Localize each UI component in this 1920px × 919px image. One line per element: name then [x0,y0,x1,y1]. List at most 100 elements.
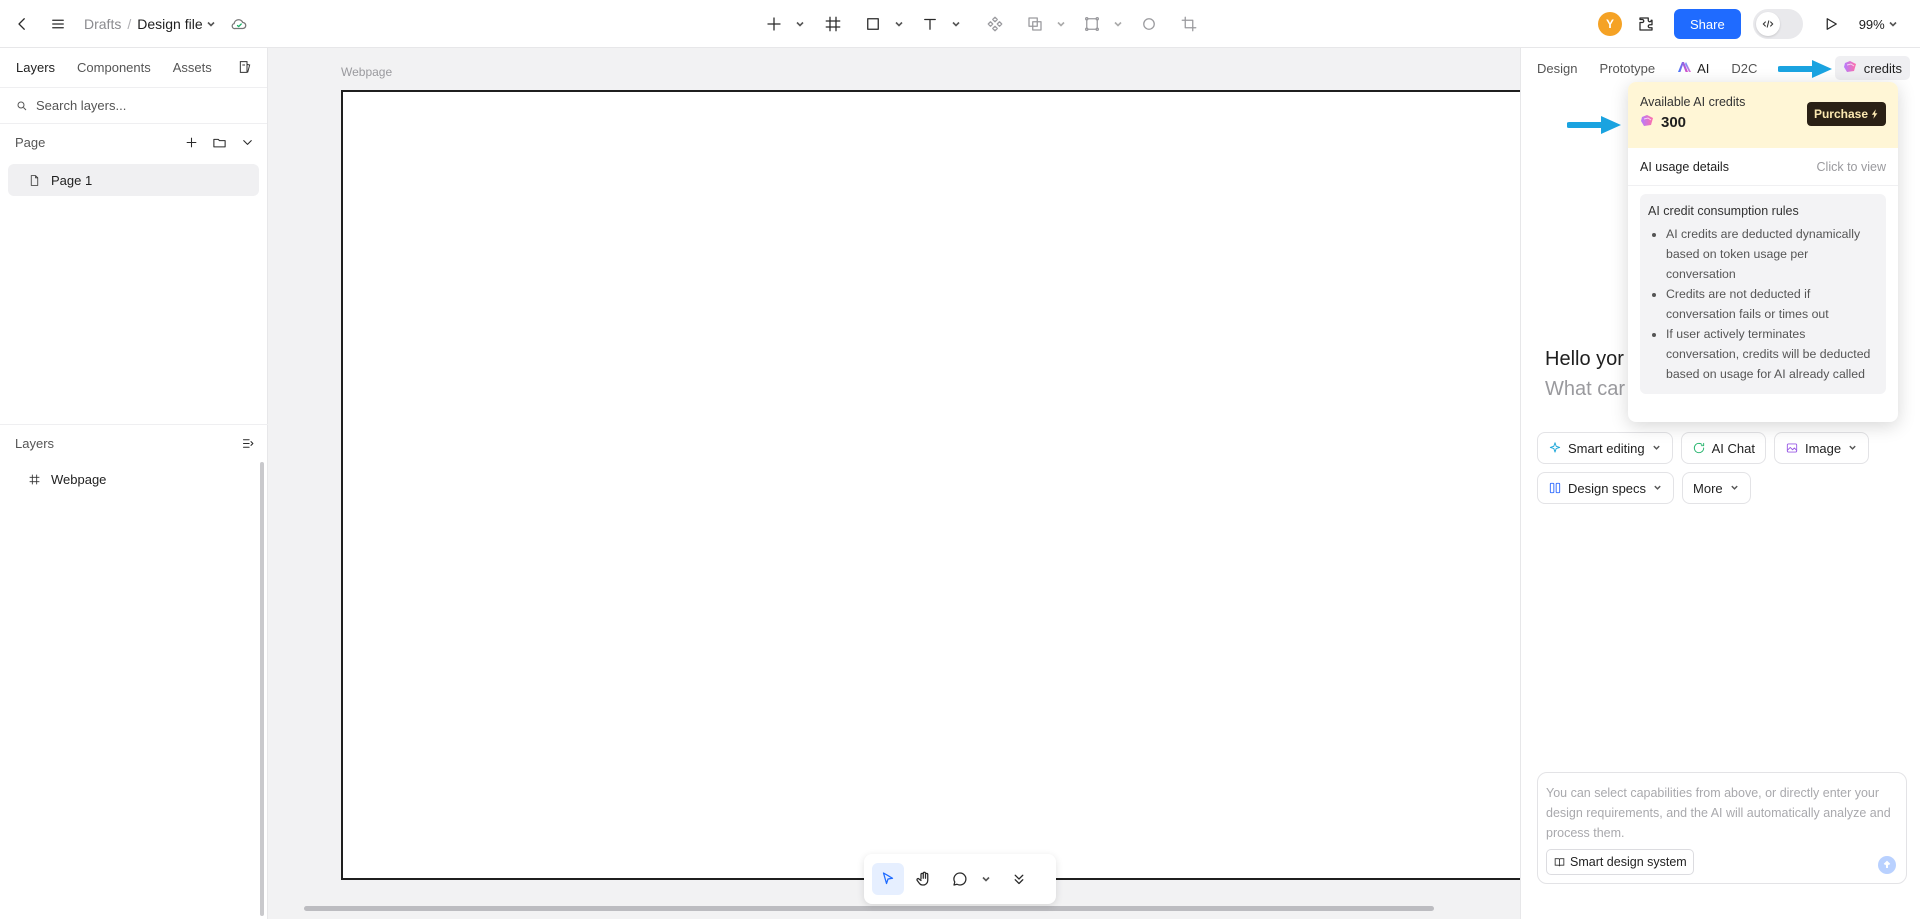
credits-label: credits [1863,60,1902,76]
hand-tool-icon[interactable] [908,863,940,895]
tab-layers[interactable]: Layers [16,60,55,75]
play-icon[interactable] [1817,10,1845,38]
chevron-down-icon [1653,483,1663,493]
mask-icon[interactable] [1078,10,1106,38]
add-icon[interactable] [760,10,788,38]
frame-tool-icon[interactable] [819,10,847,38]
design-specs-chip[interactable]: Design specs [1537,472,1675,504]
arrow-up-icon [1883,860,1891,868]
rule-item: AI credits are deducted dynamically base… [1666,224,1878,284]
page-item-label: Page 1 [51,172,93,188]
smart-design-system-button[interactable]: Smart design system [1546,849,1694,875]
smart-editing-chip[interactable]: Smart editing [1537,432,1673,464]
chevron-down-icon[interactable] [235,130,259,154]
page-section-title: Page [15,134,46,150]
chat-refresh-icon [1693,442,1704,454]
circle-icon[interactable] [1135,10,1163,38]
back-icon[interactable] [8,10,36,38]
chevron-down-icon[interactable] [951,19,961,29]
zoom-control[interactable]: 99% [1859,17,1898,32]
frame-icon [29,474,40,484]
ai-usage-details-row[interactable]: AI usage details Click to view [1628,148,1898,186]
tab-assets[interactable]: Assets [173,60,212,75]
chevron-down-icon [1652,443,1662,453]
send-button[interactable] [1878,856,1896,874]
add-page-icon[interactable] [179,130,203,154]
top-bar: Drafts / Design file Y Share 99% [0,0,1920,48]
cloud-saved-icon [228,10,250,38]
tab-design[interactable]: Design [1537,61,1577,76]
credits-button[interactable]: credits [1834,56,1910,80]
left-panel: Layers Components Assets Page Page 1 Lay… [0,48,268,919]
layers-section-title: Layers [15,435,55,451]
page-item[interactable]: Page 1 [8,164,259,196]
book-icon [1554,857,1565,866]
ai-chat-input[interactable]: You can select capabilities from above, … [1537,772,1907,884]
crop-icon[interactable] [1175,10,1203,38]
chevron-down-icon[interactable] [894,19,904,29]
tab-ai[interactable]: AI [1677,61,1709,76]
menu-icon[interactable] [44,10,72,38]
search-input[interactable] [36,98,236,113]
usage-label: AI usage details [1640,159,1729,174]
image-icon [1786,443,1798,453]
share-button[interactable]: Share [1674,9,1741,39]
plugin-icon[interactable] [1632,10,1660,38]
webpage-frame[interactable] [341,90,1520,880]
layers-section-header: Layers [0,425,268,461]
more-chip[interactable]: More [1682,472,1751,504]
ai-logo-icon [1677,61,1693,76]
chevron-down-icon[interactable] [981,874,991,884]
expand-more-icon[interactable] [1003,863,1035,895]
rules-list: AI credits are deducted dynamically base… [1648,224,1878,384]
gem-icon [1843,60,1858,76]
library-icon[interactable] [237,59,253,78]
columns-icon [1549,482,1561,494]
layers-section: Layers Webpage [0,424,268,497]
tab-prototype[interactable]: Prototype [1599,61,1655,76]
chevron-down-icon[interactable] [206,19,216,29]
image-chip[interactable]: Image [1773,432,1870,464]
page-icon [30,174,39,186]
layer-item[interactable]: Webpage [0,461,268,497]
layer-item-label: Webpage [51,471,107,487]
usage-action[interactable]: Click to view [1817,160,1886,174]
horizontal-scrollbar[interactable] [304,906,1434,911]
chevron-down-icon [1730,483,1740,493]
breadcrumb-separator: / [127,16,132,32]
gem-icon [1640,114,1655,131]
tab-components[interactable]: Components [77,60,151,75]
chip-label: Design specs [1568,480,1647,496]
dev-mode-toggle[interactable] [1752,9,1803,39]
collapse-layers-icon[interactable] [236,431,260,455]
avatar[interactable]: Y [1598,12,1622,36]
chip-label: More [1693,480,1723,496]
rule-item: If user actively terminates conversation… [1666,324,1878,384]
ai-chat-chip[interactable]: AI Chat [1680,432,1766,464]
chat-placeholder[interactable]: You can select capabilities from above, … [1546,783,1896,843]
annotation-arrow-credits [1778,58,1834,80]
chevron-down-icon[interactable] [795,19,805,29]
chevron-down-icon[interactable] [1056,19,1066,29]
breadcrumb-drafts[interactable]: Drafts [84,16,121,32]
code-icon [1755,12,1780,36]
tab-d2c[interactable]: D2C [1731,61,1757,76]
rules-title: AI credit consumption rules [1648,204,1799,218]
page-section-header: Page [0,124,267,160]
purchase-label: Purchase [1813,107,1868,121]
boolean-icon[interactable] [1021,10,1049,38]
layers-scrollbar[interactable] [260,462,264,916]
component-icon[interactable] [981,10,1009,38]
comment-icon[interactable] [944,863,976,895]
canvas[interactable]: Webpage [268,48,1520,919]
purchase-button[interactable]: Purchase [1806,102,1886,126]
file-name[interactable]: Design file [137,16,202,32]
folder-icon[interactable] [207,130,231,154]
chevron-down-icon[interactable] [1113,19,1123,29]
layer-search [0,88,267,124]
rectangle-tool-icon[interactable] [859,10,887,38]
select-tool-icon[interactable] [872,863,904,895]
frame-label[interactable]: Webpage [341,65,392,79]
search-icon [17,101,27,110]
text-tool-icon[interactable] [916,10,944,38]
